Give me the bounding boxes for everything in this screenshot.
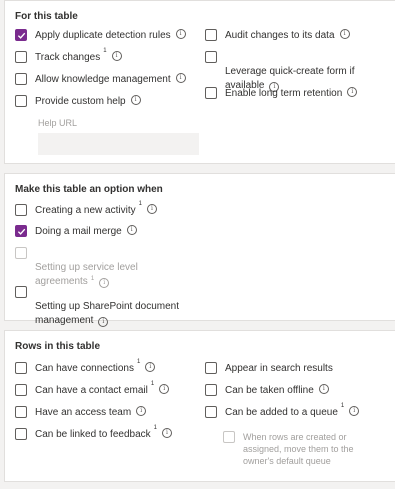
checkbox-label: Can have connections	[35, 363, 134, 374]
checkbox-label: Provide custom help	[35, 96, 126, 107]
checkbox-box[interactable]	[15, 225, 27, 237]
checkbox-can-have-connections[interactable]: Can have connections 1 i	[15, 359, 156, 376]
checkbox-label: Setting up service level agreements 1i	[35, 247, 138, 289]
checkmark-icon	[17, 228, 25, 235]
checkbox-service-level-agreements: Setting up service level agreements 1i	[15, 247, 138, 289]
checkbox-box	[15, 247, 27, 259]
checkbox-label: Apply duplicate detection rules	[35, 30, 171, 41]
checkmark-icon	[17, 32, 25, 39]
checkbox-track-changes[interactable]: Track changes 1 i	[15, 48, 122, 65]
help-url-label: Help URL	[38, 118, 78, 128]
checkbox-label: Can be taken offline	[225, 385, 314, 396]
checkbox-box[interactable]	[205, 362, 217, 374]
info-icon[interactable]: i	[161, 428, 172, 438]
checkbox-box	[223, 431, 235, 443]
section-title: Make this table an option when	[15, 184, 163, 195]
checkbox-label: Can have a contact email	[35, 385, 148, 396]
checkbox-box[interactable]	[15, 384, 27, 396]
info-icon[interactable]: i	[175, 29, 186, 39]
checkbox-can-be-added-to-queue[interactable]: Can be added to a queue 1 i	[205, 403, 360, 420]
checkbox-label: Can be added to a queue	[225, 407, 338, 418]
checkbox-box[interactable]	[15, 29, 27, 41]
info-icon[interactable]: i	[126, 225, 137, 235]
checkbox-label: Have an access team	[35, 407, 132, 418]
section-title: Rows in this table	[15, 341, 101, 352]
checkbox-label: Appear in search results	[225, 363, 333, 374]
checkbox-allow-knowledge-management[interactable]: Allow knowledge management i	[15, 73, 186, 87]
info-icon[interactable]: i	[145, 362, 156, 372]
checkbox-provide-custom-help[interactable]: Provide custom help i	[15, 95, 141, 109]
checkbox-label: Setting up SharePoint document managemen…	[35, 286, 179, 328]
checkbox-label: When rows are created or assigned, move …	[243, 432, 354, 466]
checkbox-box[interactable]	[15, 73, 27, 85]
checkbox-label-text: Setting up service level agreements	[35, 262, 138, 287]
checkbox-sharepoint-document-management[interactable]: Setting up SharePoint document managemen…	[15, 286, 179, 328]
checkbox-box[interactable]	[205, 406, 217, 418]
info-icon[interactable]: i	[339, 29, 350, 39]
checkbox-label: Creating a new activity	[35, 205, 136, 216]
checkbox-box[interactable]	[205, 87, 217, 99]
checkbox-box[interactable]	[15, 95, 27, 107]
checkbox-enable-long-term-retention[interactable]: Enable long term retention i	[205, 87, 358, 101]
checkbox-audit-changes[interactable]: Audit changes to its data i	[205, 29, 350, 43]
info-icon[interactable]: i	[349, 406, 360, 416]
checkbox-can-be-taken-offline[interactable]: Can be taken offline i	[205, 384, 329, 398]
checkbox-box[interactable]	[15, 428, 27, 440]
checkbox-label: Enable long term retention	[225, 88, 343, 99]
checkbox-linked-to-feedback[interactable]: Can be linked to feedback 1 i	[15, 425, 172, 442]
help-url-input[interactable]	[38, 133, 199, 155]
checkbox-box[interactable]	[205, 29, 217, 41]
checkbox-box[interactable]	[205, 51, 217, 63]
info-icon[interactable]: i	[347, 87, 358, 97]
checkbox-move-to-default-queue: When rows are created or assigned, move …	[223, 431, 354, 467]
checkbox-have-access-team[interactable]: Have an access team i	[15, 406, 147, 420]
checkbox-box[interactable]	[15, 204, 27, 216]
info-icon[interactable]: i	[159, 384, 170, 394]
checkbox-box[interactable]	[15, 286, 27, 298]
checkbox-appear-in-search-results[interactable]: Appear in search results	[205, 362, 333, 376]
checkbox-box[interactable]	[15, 362, 27, 374]
section-rows-in-table: Rows in this table Can have connections …	[4, 330, 395, 482]
checkbox-doing-mail-merge[interactable]: Doing a mail merge i	[15, 225, 137, 239]
footnote-marker: 1	[90, 275, 95, 282]
checkbox-label: Audit changes to its data	[225, 30, 335, 41]
info-icon[interactable]: i	[111, 51, 122, 61]
info-icon[interactable]: i	[175, 73, 186, 83]
info-icon[interactable]: i	[146, 204, 157, 214]
checkbox-can-have-contact-email[interactable]: Can have a contact email 1 i	[15, 381, 170, 398]
checkbox-label: Can be linked to feedback	[35, 429, 151, 440]
info-icon[interactable]: i	[130, 95, 141, 105]
section-for-this-table: For this table Apply duplicate detection…	[4, 0, 395, 164]
checkbox-label: Doing a mail merge	[35, 226, 122, 237]
checkbox-box[interactable]	[205, 384, 217, 396]
section-make-table-option: Make this table an option when Creating …	[4, 173, 395, 327]
checkbox-box[interactable]	[15, 51, 27, 63]
checkbox-box[interactable]	[15, 406, 27, 418]
info-icon[interactable]: i	[98, 317, 109, 327]
checkbox-label: Allow knowledge management	[35, 74, 171, 85]
checkbox-apply-duplicate-detection[interactable]: Apply duplicate detection rules i	[15, 29, 186, 43]
checkbox-creating-new-activity[interactable]: Creating a new activity 1 i	[15, 201, 157, 218]
info-icon[interactable]: i	[136, 406, 147, 416]
checkbox-label: Track changes	[35, 52, 101, 63]
section-title: For this table	[15, 11, 78, 22]
info-icon[interactable]: i	[318, 384, 329, 394]
